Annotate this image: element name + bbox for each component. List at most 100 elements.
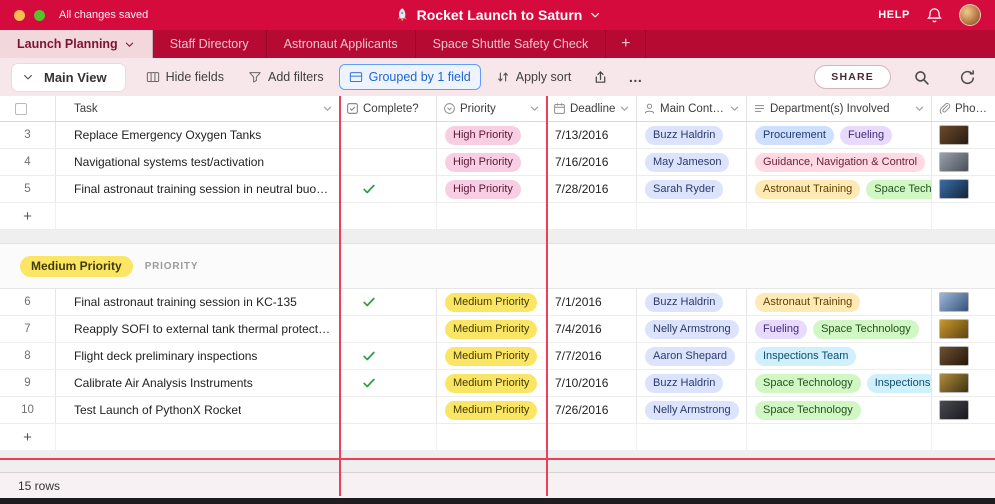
column-menu-caret-icon[interactable] bbox=[319, 103, 333, 114]
task-cell[interactable]: Calibrate Air Analysis Instruments bbox=[56, 370, 340, 396]
contact-cell[interactable]: Buzz Haldrin bbox=[637, 289, 747, 315]
notifications-bell-icon[interactable] bbox=[926, 7, 943, 24]
contact-cell[interactable]: Aaron Shepard bbox=[637, 343, 747, 369]
column-header-complete[interactable]: Complete? bbox=[340, 96, 437, 121]
column-menu-caret-icon[interactable] bbox=[726, 103, 740, 114]
task-cell[interactable]: Flight deck preliminary inspections bbox=[56, 343, 340, 369]
complete-cell[interactable] bbox=[340, 370, 437, 396]
photos-cell[interactable] bbox=[932, 397, 995, 423]
departments-cell[interactable]: Procurement Fueling bbox=[747, 122, 932, 148]
contact-cell[interactable]: Nelly Armstrong bbox=[637, 316, 747, 342]
priority-cell[interactable]: Medium Priority bbox=[437, 289, 547, 315]
hide-fields-button[interactable]: Hide fields bbox=[137, 65, 233, 89]
task-cell[interactable]: Navigational systems test/activation bbox=[56, 149, 340, 175]
complete-cell[interactable] bbox=[340, 397, 437, 423]
task-cell[interactable]: Final astronaut training session in KC-1… bbox=[56, 289, 340, 315]
column-header-main-contact[interactable]: Main Contact bbox=[637, 96, 747, 121]
task-cell[interactable]: Test Launch of PythonX Rocket bbox=[56, 397, 340, 423]
priority-cell[interactable]: Medium Priority bbox=[437, 397, 547, 423]
deadline-cell[interactable]: 7/28/2016 bbox=[547, 176, 637, 202]
column-header-task[interactable]: Task bbox=[56, 96, 340, 121]
tab-menu-caret-icon[interactable] bbox=[124, 39, 135, 50]
departments-cell[interactable]: Inspections Team bbox=[747, 343, 932, 369]
contact-cell[interactable]: Nelly Armstrong bbox=[637, 397, 747, 423]
departments-cell[interactable]: Astronaut TrainingSpace Technology bbox=[747, 176, 932, 202]
row-number[interactable]: 10 bbox=[0, 397, 56, 423]
base-title[interactable]: Rocket Launch to Saturn bbox=[394, 0, 602, 30]
contact-cell[interactable]: May Jameson bbox=[637, 149, 747, 175]
complete-cell[interactable] bbox=[340, 122, 437, 148]
zoom-button[interactable] bbox=[34, 9, 45, 21]
deadline-cell[interactable]: 7/4/2016 bbox=[547, 316, 637, 342]
grouped-by-1-field-button[interactable]: Grouped by 1 field bbox=[338, 64, 481, 90]
row-number[interactable]: 8 bbox=[0, 343, 56, 369]
deadline-cell[interactable]: 7/16/2016 bbox=[547, 149, 637, 175]
task-cell[interactable]: Final astronaut training session in neut… bbox=[56, 176, 340, 202]
photos-cell[interactable] bbox=[932, 289, 995, 315]
priority-cell[interactable]: High Priority bbox=[437, 122, 547, 148]
complete-cell[interactable] bbox=[340, 149, 437, 175]
group-header[interactable]: Medium Priority PRIORITY bbox=[0, 243, 995, 289]
column-header-photo-s[interactable]: Photo(s) bbox=[932, 96, 995, 121]
priority-cell[interactable]: High Priority bbox=[437, 176, 547, 202]
tab-astronaut-applicants[interactable]: Astronaut Applicants bbox=[267, 30, 416, 58]
add-row-button[interactable]: + bbox=[0, 424, 56, 450]
select-all-checkbox[interactable] bbox=[15, 102, 27, 115]
contact-cell[interactable]: Sarah Ryder bbox=[637, 176, 747, 202]
tab-staff-directory[interactable]: Staff Directory bbox=[153, 30, 267, 58]
checkmark-icon[interactable] bbox=[362, 376, 376, 390]
share-button[interactable]: SHARE bbox=[814, 65, 891, 89]
add-table-button[interactable]: + bbox=[606, 30, 647, 58]
departments-cell[interactable]: Space Technology bbox=[747, 397, 932, 423]
row-number[interactable]: 4 bbox=[0, 149, 56, 175]
priority-cell[interactable]: Medium Priority bbox=[437, 343, 547, 369]
task-cell[interactable]: Reapply SOFI to external tank thermal pr… bbox=[56, 316, 340, 342]
add-filters-button[interactable]: Add filters bbox=[239, 65, 333, 89]
tab-space-shuttle-safety-check[interactable]: Space Shuttle Safety Check bbox=[416, 30, 607, 58]
departments-cell[interactable]: Fueling Space Technology bbox=[747, 316, 932, 342]
departments-cell[interactable]: Astronaut Training bbox=[747, 289, 932, 315]
task-cell[interactable]: Replace Emergency Oxygen Tanks bbox=[56, 122, 340, 148]
priority-cell[interactable]: High Priority bbox=[437, 149, 547, 175]
search-button[interactable] bbox=[906, 65, 937, 90]
photos-cell[interactable] bbox=[932, 343, 995, 369]
photos-cell[interactable] bbox=[932, 149, 995, 175]
base-menu-caret-icon[interactable] bbox=[589, 9, 601, 21]
header-select-all[interactable] bbox=[0, 96, 56, 121]
row-number[interactable]: 3 bbox=[0, 122, 56, 148]
column-menu-caret-icon[interactable] bbox=[526, 103, 540, 114]
contact-cell[interactable]: Buzz Haldrin bbox=[637, 122, 747, 148]
help-button[interactable]: HELP bbox=[878, 9, 910, 21]
row-number[interactable]: 9 bbox=[0, 370, 56, 396]
row-number[interactable]: 7 bbox=[0, 316, 56, 342]
deadline-cell[interactable]: 7/7/2016 bbox=[547, 343, 637, 369]
add-row[interactable]: + bbox=[0, 203, 995, 230]
checkmark-icon[interactable] bbox=[362, 295, 376, 309]
column-header-deadline[interactable]: Deadline bbox=[547, 96, 637, 121]
photos-cell[interactable] bbox=[932, 176, 995, 202]
photos-cell[interactable] bbox=[932, 370, 995, 396]
complete-cell[interactable] bbox=[340, 343, 437, 369]
complete-cell[interactable] bbox=[340, 176, 437, 202]
priority-cell[interactable]: Medium Priority bbox=[437, 370, 547, 396]
deadline-cell[interactable]: 7/26/2016 bbox=[547, 397, 637, 423]
add-row[interactable]: + bbox=[0, 424, 995, 451]
tab-launch-planning[interactable]: Launch Planning bbox=[0, 30, 153, 58]
priority-cell[interactable]: Medium Priority bbox=[437, 316, 547, 342]
checkmark-icon[interactable] bbox=[362, 182, 376, 196]
checkmark-icon[interactable] bbox=[362, 349, 376, 363]
column-menu-caret-icon[interactable] bbox=[616, 103, 630, 114]
departments-cell[interactable]: Space Technology Inspections bbox=[747, 370, 932, 396]
deadline-cell[interactable]: 7/10/2016 bbox=[547, 370, 637, 396]
minimize-button[interactable] bbox=[14, 9, 25, 21]
complete-cell[interactable] bbox=[340, 289, 437, 315]
deadline-cell[interactable]: 7/1/2016 bbox=[547, 289, 637, 315]
deadline-cell[interactable]: 7/13/2016 bbox=[547, 122, 637, 148]
contact-cell[interactable]: Buzz Haldrin bbox=[637, 370, 747, 396]
user-avatar[interactable] bbox=[959, 4, 981, 26]
row-number[interactable]: 5 bbox=[0, 176, 56, 202]
photos-cell[interactable] bbox=[932, 122, 995, 148]
column-header-department-s-involved[interactable]: Department(s) Involved bbox=[747, 96, 932, 121]
complete-cell[interactable] bbox=[340, 316, 437, 342]
history-button[interactable] bbox=[952, 65, 983, 90]
